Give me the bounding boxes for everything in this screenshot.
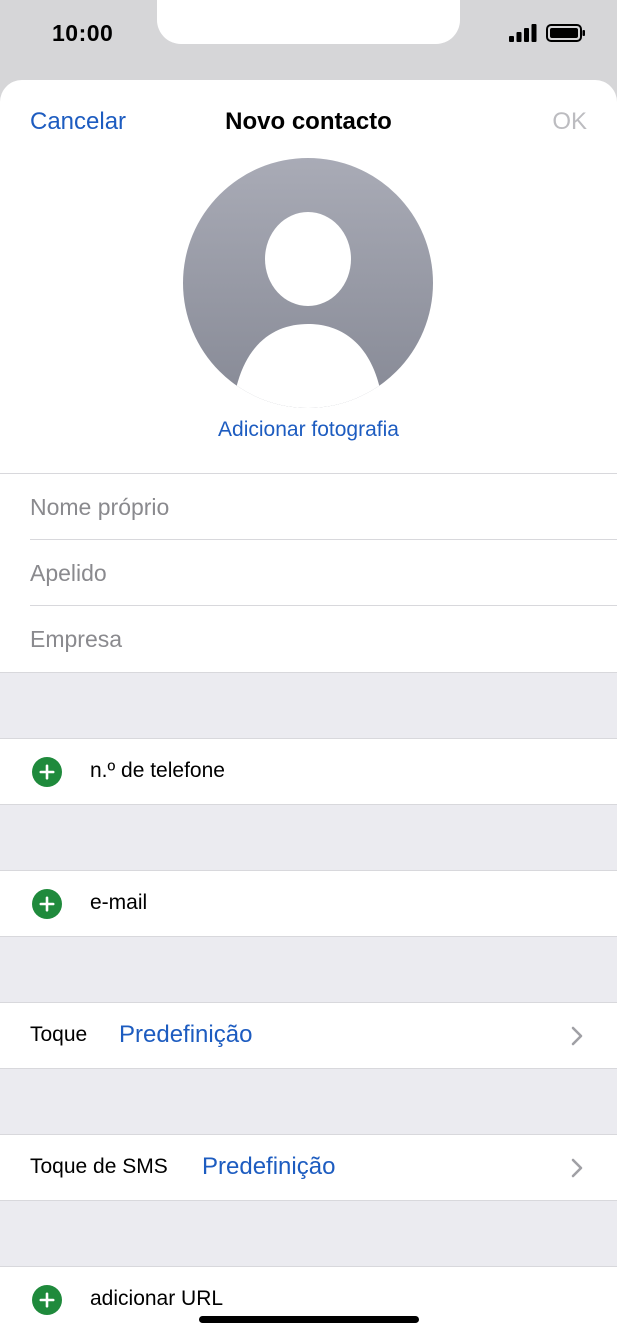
company-field[interactable]: Empresa [30, 626, 122, 653]
add-email-row[interactable]: e-mail [0, 871, 617, 936]
battery-icon [546, 24, 585, 42]
divider [0, 804, 617, 805]
divider [30, 539, 617, 540]
add-circle-icon[interactable] [32, 757, 62, 787]
first-name-field[interactable]: Nome próprio [30, 494, 169, 521]
status-bar: 10:00 [0, 0, 617, 80]
divider [0, 473, 617, 474]
chevron-right-icon [571, 1026, 583, 1046]
contact-avatar-placeholder[interactable] [183, 158, 433, 408]
section-gap [0, 1068, 617, 1134]
section-gap [0, 1200, 617, 1266]
divider [0, 1200, 617, 1201]
add-photo-button[interactable]: Adicionar fotografia [0, 418, 617, 442]
add-url-label: adicionar URL [90, 1287, 224, 1310]
home-indicator[interactable] [199, 1316, 419, 1323]
divider [0, 672, 617, 673]
section-gap [0, 936, 617, 1002]
last-name-field[interactable]: Apelido [30, 560, 107, 587]
divider [0, 1068, 617, 1069]
ok-button[interactable]: OK [552, 108, 587, 136]
ringtone-label: Toque [30, 1023, 88, 1046]
cellular-signal-icon [509, 24, 537, 42]
status-time: 10:00 [52, 20, 114, 46]
section-gap [0, 672, 617, 738]
text-tone-label: Toque de SMS [30, 1155, 168, 1178]
chevron-right-icon [571, 1158, 583, 1178]
add-phone-label: n.º de telefone [90, 759, 225, 782]
text-tone-row[interactable]: Toque de SMS Predefinição [0, 1135, 617, 1200]
add-email-label: e-mail [90, 891, 148, 914]
add-circle-icon[interactable] [32, 1285, 62, 1315]
phone-screen: 10:00 Novo contacto Cancelar OK Adiciona… [0, 0, 617, 1336]
cancel-button[interactable]: Cancelar [30, 108, 126, 136]
new-contact-sheet: Novo contacto Cancelar OK Adicionar foto… [0, 80, 617, 1336]
divider [0, 936, 617, 937]
section-gap [0, 804, 617, 870]
ringtone-value: Predefinição [119, 1021, 253, 1048]
divider [30, 605, 617, 606]
notch [157, 0, 460, 44]
ringtone-row[interactable]: Toque Predefinição [0, 1003, 617, 1068]
add-phone-row[interactable]: n.º de telefone [0, 739, 617, 804]
text-tone-value: Predefinição [202, 1153, 336, 1180]
add-circle-icon[interactable] [32, 889, 62, 919]
